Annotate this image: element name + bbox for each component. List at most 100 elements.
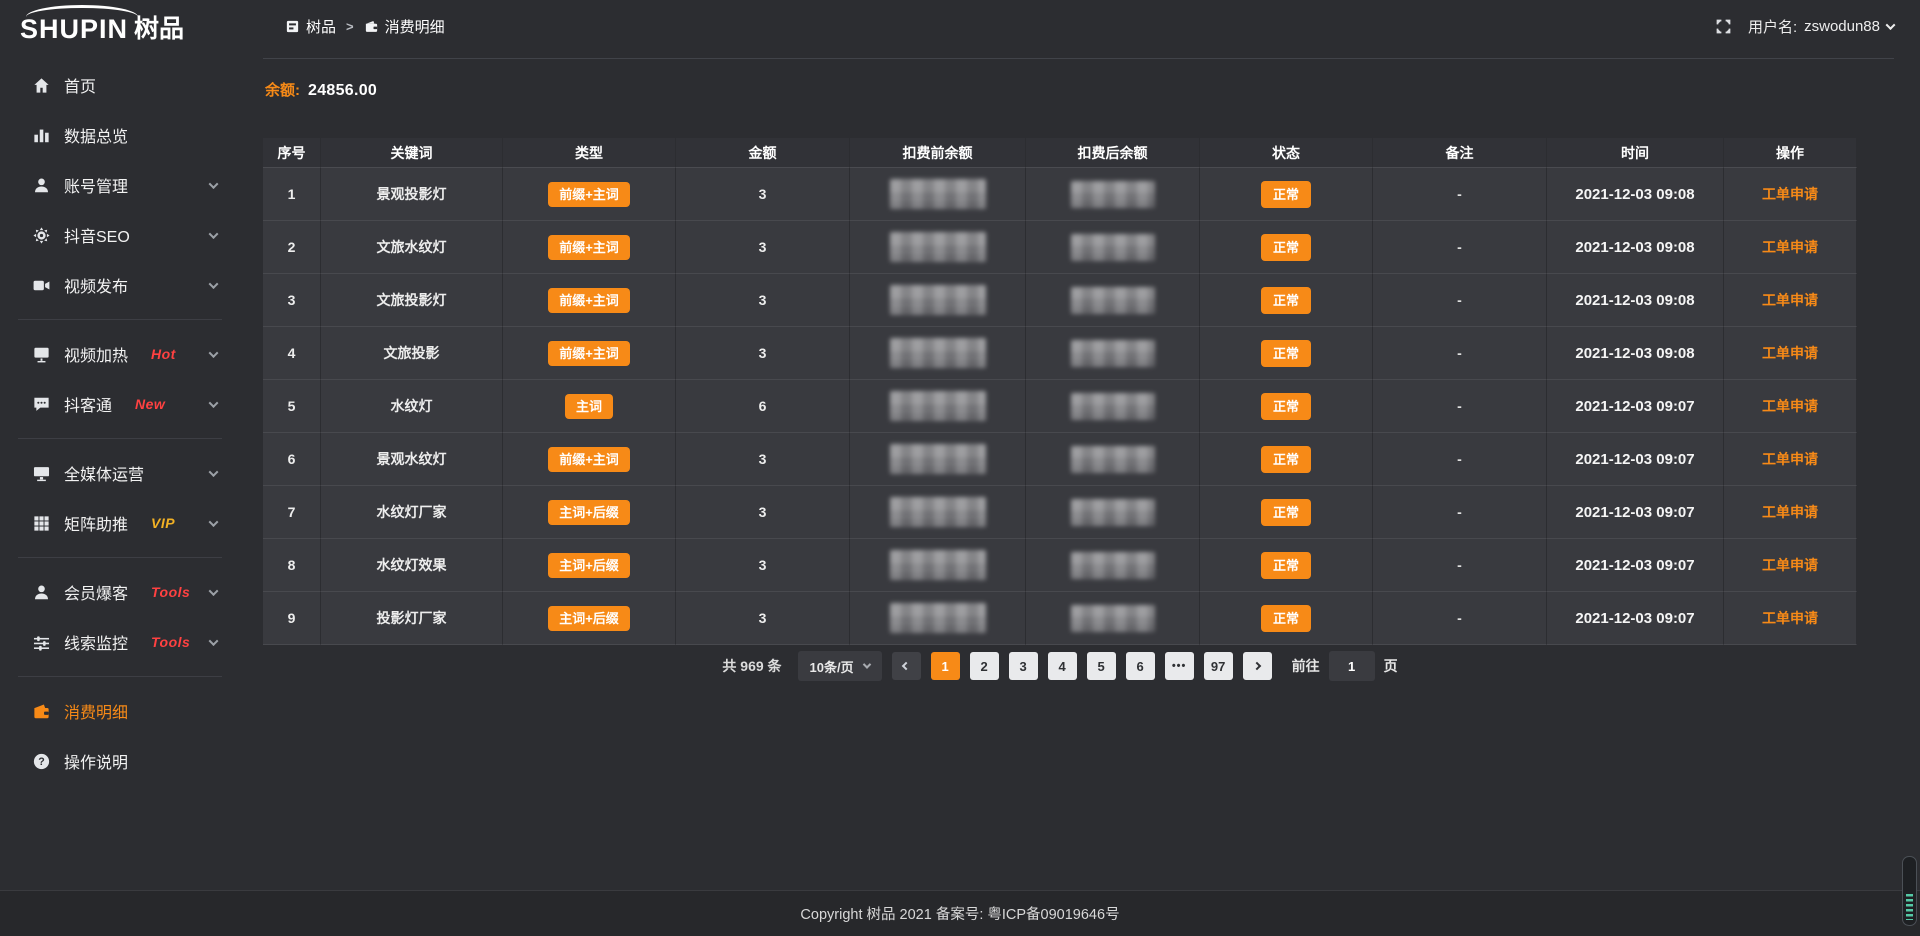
redacted-balance xyxy=(1071,552,1155,579)
sidebar-item-member[interactable]: 会员爆客Tools xyxy=(0,567,242,617)
amount-value: 3 xyxy=(759,292,767,308)
work-order-link[interactable]: 工单申请 xyxy=(1762,290,1818,310)
sidebar-item-tag: Tools xyxy=(151,634,190,650)
sidebar-item-grid[interactable]: 矩阵助推VIP xyxy=(0,498,242,548)
keyword-text: 水纹灯厂家 xyxy=(377,502,447,522)
sidebar-item-home[interactable]: 首页 xyxy=(0,60,242,110)
work-order-link[interactable]: 工单申请 xyxy=(1762,343,1818,363)
keyword-cell: 文旅投影灯 xyxy=(321,274,503,327)
keyword-text: 景观水纹灯 xyxy=(377,449,447,469)
type-badge: 主词 xyxy=(565,394,613,419)
work-order-link[interactable]: 工单申请 xyxy=(1762,449,1818,469)
work-order-link[interactable]: 工单申请 xyxy=(1762,555,1818,575)
sidebar-item-monitor[interactable]: 全媒体运营 xyxy=(0,448,242,498)
username-label: 用户名: xyxy=(1748,16,1797,37)
amount-cell: 6 xyxy=(676,380,850,433)
breadcrumb-item-current[interactable]: 消费明细 xyxy=(364,16,445,37)
pre-balance-cell xyxy=(850,274,1026,327)
sidebar-item-label: 抖音SEO xyxy=(64,223,130,247)
row-index: 7 xyxy=(288,504,296,520)
page-size-select[interactable]: 10条/页 xyxy=(798,651,882,681)
sidebar-item-user[interactable]: 账号管理 xyxy=(0,160,242,210)
page-number-button[interactable]: 4 xyxy=(1048,652,1077,680)
next-page-button[interactable] xyxy=(1243,652,1272,680)
sidebar-item-sliders[interactable]: 线索监控Tools xyxy=(0,617,242,667)
pagination: 共 969 条 10条/页 123456•••97 前往 页 xyxy=(263,651,1857,681)
sidebar-item-gear[interactable]: 抖音SEO xyxy=(0,210,242,260)
balance-value: 24856.00 xyxy=(308,82,377,100)
sidebar-item-bar-chart[interactable]: 数据总览 xyxy=(0,110,242,160)
redacted-balance xyxy=(1071,340,1155,367)
post-balance-cell xyxy=(1026,592,1200,645)
redacted-balance xyxy=(1071,287,1155,314)
goto-page-input[interactable] xyxy=(1329,651,1375,681)
table-row: 6景观水纹灯前缀+主词3正常-2021-12-03 09:07工单申请 xyxy=(263,433,1857,486)
grid-icon xyxy=(32,514,51,533)
sidebar-item-chat[interactable]: 抖客通New xyxy=(0,379,242,429)
status-cell: 正常 xyxy=(1200,221,1373,274)
sidebar-item-wallet[interactable]: 消费明细 xyxy=(0,686,242,736)
table-row: 4文旅投影前缀+主词3正常-2021-12-03 09:08工单申请 xyxy=(263,327,1857,380)
redacted-balance xyxy=(1071,234,1155,261)
remark-text: - xyxy=(1457,398,1462,414)
amount-cell: 3 xyxy=(676,274,850,327)
chevron-down-icon xyxy=(209,636,219,646)
time-text: 2021-12-03 09:07 xyxy=(1575,504,1694,521)
row-index: 4 xyxy=(288,345,296,361)
work-order-link[interactable]: 工单申请 xyxy=(1762,502,1818,522)
page-ellipsis-button[interactable]: ••• xyxy=(1165,652,1194,680)
page-number-button[interactable]: 3 xyxy=(1009,652,1038,680)
post-balance-cell xyxy=(1026,274,1200,327)
breadcrumb-item-home[interactable]: 树品 xyxy=(285,16,336,37)
page-number-button[interactable]: 97 xyxy=(1204,652,1233,680)
remark-cell: - xyxy=(1373,539,1547,592)
table-body: 1景观投影灯前缀+主词3正常-2021-12-03 09:08工单申请2文旅水纹… xyxy=(263,168,1857,645)
sidebar-item-tag: VIP xyxy=(151,515,175,531)
column-header: 类型 xyxy=(503,138,676,168)
user-menu[interactable]: 用户名: zswodun88 xyxy=(1748,16,1894,37)
redacted-balance xyxy=(890,338,986,368)
work-order-link[interactable]: 工单申请 xyxy=(1762,396,1818,416)
page-number-button[interactable]: 1 xyxy=(931,652,960,680)
redacted-balance xyxy=(890,391,986,421)
sidebar-item-label: 会员爆客 xyxy=(64,580,128,604)
balance: 余额: 24856.00 xyxy=(265,79,377,100)
wallet-icon xyxy=(364,19,379,34)
sidebar-item-video[interactable]: 视频发布 xyxy=(0,260,242,310)
table-row: 2文旅水纹灯前缀+主词3正常-2021-12-03 09:08工单申请 xyxy=(263,221,1857,274)
prev-page-button[interactable] xyxy=(892,652,921,680)
action-cell: 工单申请 xyxy=(1724,274,1857,327)
remark-cell: - xyxy=(1373,380,1547,433)
remark-text: - xyxy=(1457,451,1462,467)
keyword-text: 投影灯厂家 xyxy=(377,608,447,628)
sidebar-item-tag: New xyxy=(135,396,165,412)
work-order-link[interactable]: 工单申请 xyxy=(1762,608,1818,628)
sidebar-item-tag: Hot xyxy=(151,346,176,362)
video-icon xyxy=(32,276,51,295)
time-cell-wrap: 2021-12-03 09:08 xyxy=(1547,221,1724,274)
work-order-link[interactable]: 工单申请 xyxy=(1762,237,1818,257)
sidebar-item-question[interactable]: ?操作说明 xyxy=(0,736,242,786)
work-order-link[interactable]: 工单申请 xyxy=(1762,184,1818,204)
balance-label: 余额: xyxy=(265,79,300,100)
sidebar-item-label: 首页 xyxy=(64,73,96,97)
scrollbar-widget[interactable] xyxy=(1902,856,1917,926)
action-cell: 工单申请 xyxy=(1724,380,1857,433)
status-badge: 正常 xyxy=(1261,393,1311,420)
sidebar-item-label: 操作说明 xyxy=(64,749,128,773)
status-cell: 正常 xyxy=(1200,592,1373,645)
page-number-button[interactable]: 2 xyxy=(970,652,999,680)
chevron-down-icon xyxy=(209,179,219,189)
sidebar-item-screen[interactable]: 视频加热Hot xyxy=(0,329,242,379)
type-badge: 前缀+主词 xyxy=(548,182,630,207)
type-cell: 前缀+主词 xyxy=(503,168,676,221)
remark-text: - xyxy=(1457,292,1462,308)
time-text: 2021-12-03 09:08 xyxy=(1575,239,1694,256)
page-number-button[interactable]: 6 xyxy=(1126,652,1155,680)
time-text: 2021-12-03 09:08 xyxy=(1575,345,1694,362)
action-cell: 工单申请 xyxy=(1724,592,1857,645)
screen-icon xyxy=(32,345,51,364)
amount-value: 3 xyxy=(759,451,767,467)
fullscreen-icon[interactable] xyxy=(1715,18,1732,35)
page-number-button[interactable]: 5 xyxy=(1087,652,1116,680)
